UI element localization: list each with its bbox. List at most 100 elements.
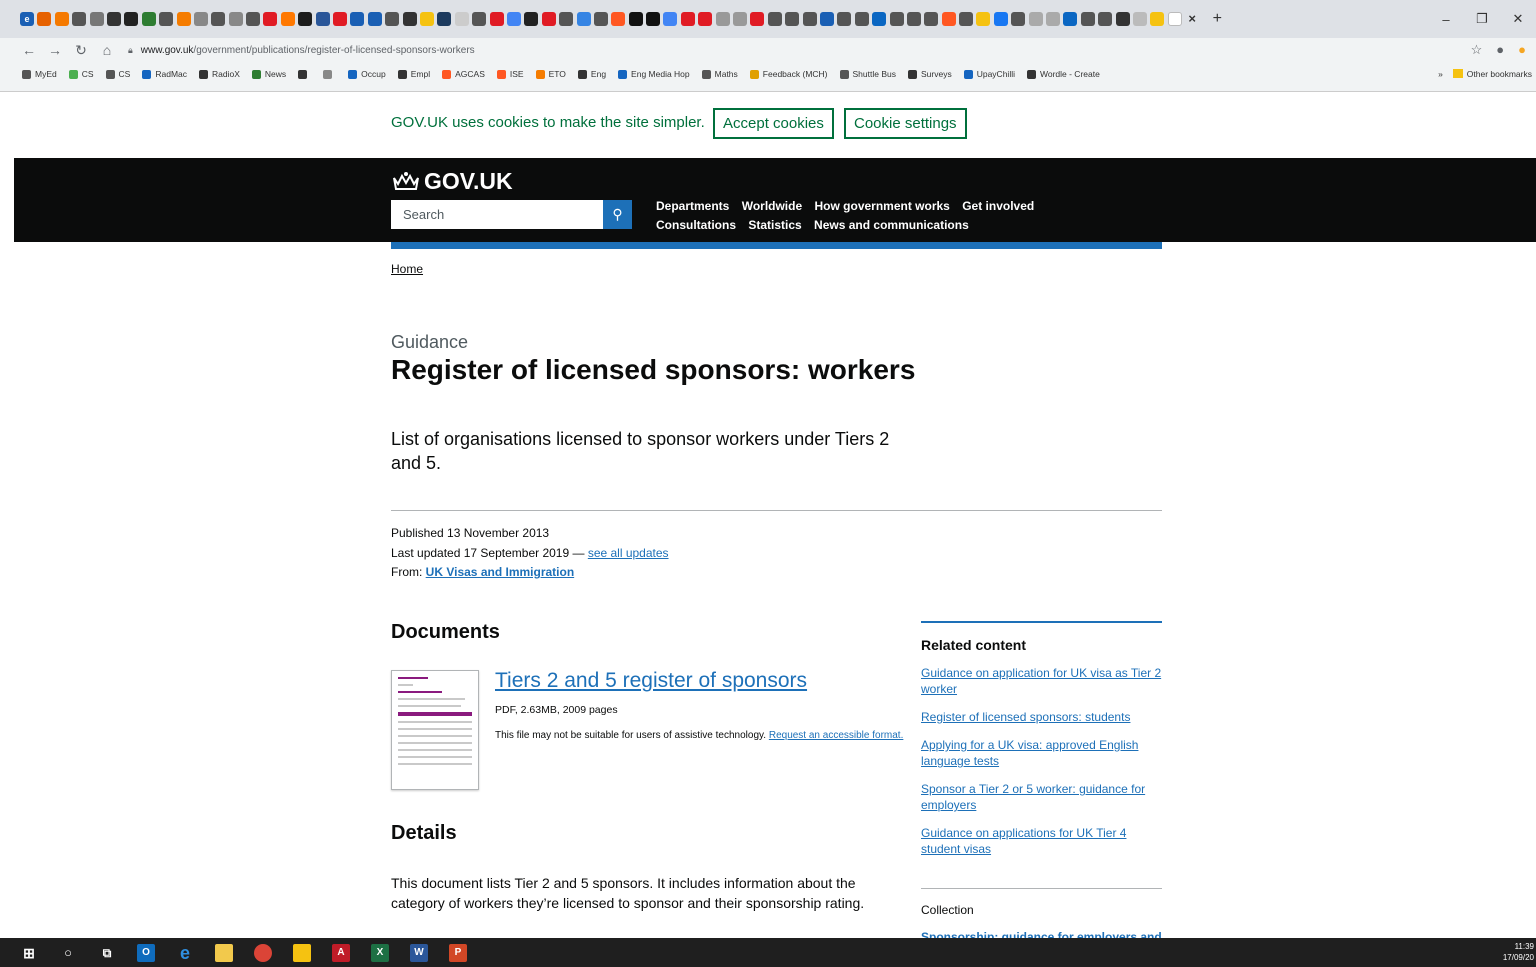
tab-favicon[interactable]	[228, 12, 243, 26]
chrome-icon[interactable]	[254, 943, 272, 962]
reload-icon[interactable]: ↻	[68, 42, 94, 59]
tab-favicon[interactable]	[1063, 12, 1078, 26]
tab-favicon[interactable]	[593, 12, 608, 26]
tab-favicon[interactable]	[124, 12, 139, 26]
tab-favicon[interactable]	[733, 12, 748, 26]
search-circle-icon[interactable]: ○	[59, 944, 77, 962]
govuk-logo[interactable]: GOV.UK	[391, 168, 513, 195]
tab-favicon[interactable]	[750, 12, 765, 26]
tab-favicon[interactable]	[715, 12, 730, 26]
nav-consultations[interactable]: Consultations	[656, 218, 736, 232]
bookmark-item[interactable]: Occup	[348, 69, 386, 79]
bookmark-item[interactable]: CS	[68, 69, 94, 79]
task-view-icon[interactable]: ⧉	[98, 944, 116, 962]
bookmark-item[interactable]: MyEd	[22, 69, 57, 79]
tab-favicon[interactable]	[541, 12, 556, 26]
active-tab-crown-icon[interactable]	[1167, 12, 1182, 26]
bookmark-item[interactable]: RadMac	[142, 69, 187, 79]
system-clock[interactable]: 11:39 17/09/20	[1503, 941, 1534, 963]
acrobat-icon[interactable]: A	[332, 943, 350, 962]
see-all-updates-link[interactable]: see all updates	[588, 546, 669, 560]
tab-favicon[interactable]	[402, 12, 417, 26]
tab-favicon[interactable]	[802, 12, 817, 26]
bookmark-item[interactable]: Surveys	[908, 69, 952, 79]
tab-favicon[interactable]	[367, 12, 382, 26]
powerpoint-icon[interactable]: P	[449, 943, 467, 962]
tab-favicon[interactable]	[1133, 12, 1147, 26]
minimize-icon[interactable]: –	[1428, 12, 1464, 27]
extension-icon[interactable]: ●	[1518, 42, 1526, 58]
new-tab-button[interactable]: +	[1213, 10, 1222, 28]
bookmark-item[interactable]: ETO	[535, 69, 566, 79]
tab-close-icon[interactable]: ×	[1185, 12, 1199, 26]
request-accessible-format-link[interactable]: Request an accessible format.	[769, 730, 904, 741]
youtube-icon[interactable]	[263, 12, 278, 26]
facebook-icon[interactable]	[993, 12, 1008, 26]
tab-favicon[interactable]	[159, 12, 174, 26]
search-button[interactable]: ⚲	[603, 200, 632, 229]
bookmark-item[interactable]: Feedback (MCH)	[749, 69, 828, 79]
related-link[interactable]: Applying for a UK visa: approved English…	[921, 737, 1162, 769]
back-arrow-icon[interactable]: ←	[16, 42, 42, 58]
linkedin-icon[interactable]	[872, 12, 887, 26]
tab-favicon[interactable]	[472, 12, 487, 26]
tab-favicon[interactable]	[1046, 12, 1061, 26]
excel-icon[interactable]: X	[371, 943, 389, 962]
bookmark-item[interactable]: Maths	[701, 69, 738, 79]
tab-favicon[interactable]	[646, 12, 661, 26]
tab-favicon[interactable]	[698, 12, 713, 26]
bookmarks-overflow-button[interactable]: »	[1438, 69, 1443, 79]
related-link[interactable]: Guidance on applications for UK Tier 4 s…	[921, 825, 1162, 857]
tab-favicon[interactable]	[280, 12, 295, 26]
tab-favicon[interactable]	[628, 12, 643, 26]
bookmark-item[interactable]: News	[251, 69, 286, 79]
tab-favicon[interactable]	[941, 12, 956, 26]
outlook-icon[interactable]: O	[137, 943, 155, 962]
tab-favicon[interactable]	[106, 12, 121, 26]
bookmark-item[interactable]	[298, 69, 311, 79]
forward-arrow-icon[interactable]: →	[42, 42, 68, 58]
nav-get-involved[interactable]: Get involved	[962, 199, 1034, 213]
tab-favicon[interactable]	[976, 12, 991, 26]
tab-favicon[interactable]	[54, 12, 69, 26]
organisation-link[interactable]: UK Visas and Immigration	[426, 565, 574, 579]
tab-favicon[interactable]	[176, 12, 191, 26]
other-bookmarks-folder[interactable]: Other bookmarks	[1452, 69, 1532, 79]
search-input[interactable]: Search	[391, 200, 603, 229]
tab-favicon[interactable]	[559, 12, 574, 26]
tab-favicon[interactable]	[211, 12, 226, 26]
tab-favicon[interactable]	[419, 12, 434, 26]
bookmark-star-icon[interactable]: ☆	[1471, 42, 1483, 58]
nav-statistics[interactable]: Statistics	[748, 218, 801, 232]
tab-favicon[interactable]	[141, 12, 156, 26]
windows-start-icon[interactable]: ⊞	[20, 944, 38, 962]
tab-favicon[interactable]	[437, 12, 452, 26]
tab-favicon[interactable]	[333, 12, 348, 26]
sticky-notes-icon[interactable]	[293, 943, 311, 962]
nav-news-and-communications[interactable]: News and communications	[814, 218, 969, 232]
bookmark-item[interactable]: Eng Media Hop	[618, 69, 690, 79]
restore-icon[interactable]: ❐	[1464, 11, 1500, 27]
tab-favicon[interactable]	[524, 12, 539, 26]
tab-favicon[interactable]	[663, 12, 678, 26]
tab-favicon[interactable]	[819, 12, 834, 26]
tab-favicon[interactable]	[767, 12, 782, 26]
word-icon[interactable]: W	[410, 943, 428, 962]
collection-link[interactable]: Sponsorship: guidance for employers and	[921, 930, 1162, 938]
cookie-settings-button[interactable]: Cookie settings	[844, 108, 967, 139]
document-thumbnail[interactable]	[391, 670, 479, 790]
related-link[interactable]: Guidance on application for UK visa as T…	[921, 665, 1162, 697]
related-link[interactable]: Register of licensed sponsors: students	[921, 709, 1162, 725]
url-field[interactable]: 🔒︎ www.gov.uk/government/publications/re…	[128, 45, 475, 56]
bookmark-item[interactable]: ISE	[496, 69, 524, 79]
ie-icon[interactable]: e	[20, 12, 34, 26]
bookmark-item[interactable]: Wordle - Create	[1026, 69, 1100, 79]
google-icon[interactable]	[506, 12, 521, 26]
accept-cookies-button[interactable]: Accept cookies	[713, 108, 834, 139]
tab-favicon[interactable]	[37, 12, 52, 26]
tab-favicon[interactable]	[193, 12, 208, 26]
tab-favicon[interactable]	[611, 12, 626, 26]
related-link[interactable]: Sponsor a Tier 2 or 5 worker: guidance f…	[921, 781, 1162, 813]
document-link[interactable]: Tiers 2 and 5 register of sponsors	[495, 669, 807, 693]
tab-favicon[interactable]	[854, 12, 869, 26]
